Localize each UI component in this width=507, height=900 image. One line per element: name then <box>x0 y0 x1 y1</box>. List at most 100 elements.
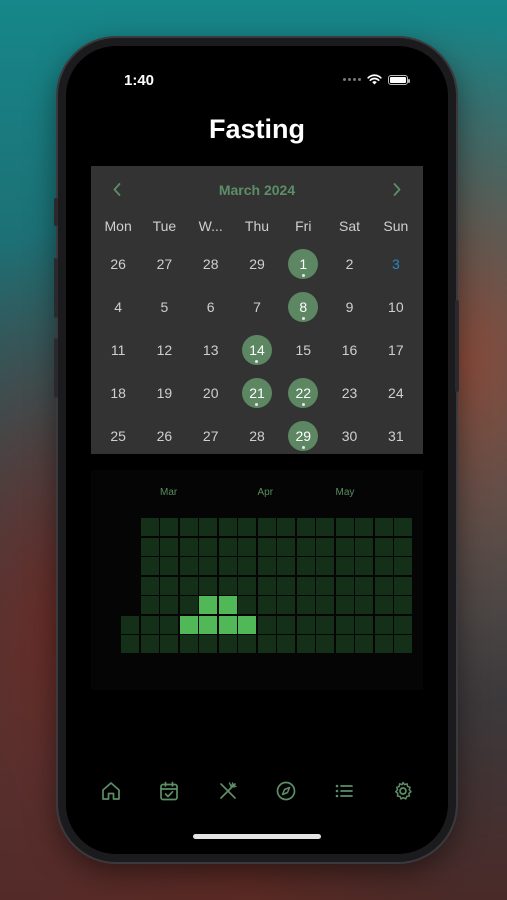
heatmap-cell <box>199 518 217 536</box>
calendar-day[interactable]: 28 <box>188 242 234 285</box>
calendar-day[interactable]: 20 <box>188 371 234 414</box>
month-calendar: March 2024 Mon Tue W... Thu Fri Sat Sun 26 27 28… <box>91 166 423 454</box>
calendar-day[interactable]: 25 <box>95 414 141 457</box>
calendar-day-number: 17 <box>388 341 404 358</box>
heatmap-cell <box>335 576 354 595</box>
home-indicator[interactable] <box>193 834 321 839</box>
calendar-day[interactable]: 19 <box>141 371 187 414</box>
heatmap-cell <box>257 615 276 634</box>
calendar-day-number: 27 <box>156 255 173 272</box>
status-time: 1:40 <box>124 72 155 89</box>
heatmap-cell <box>140 518 159 536</box>
heatmap-cell <box>218 537 237 556</box>
fork-knife-icon <box>219 782 237 799</box>
calendar-day[interactable]: 31 <box>373 414 419 457</box>
calendar-day[interactable]: 24 <box>373 371 419 414</box>
calendar-day-number: 31 <box>388 427 404 444</box>
heatmap-month-label: Apr <box>257 487 274 498</box>
heatmap-cell <box>316 576 334 595</box>
heatmap-cell <box>199 557 217 575</box>
fast-marker-dot <box>301 316 305 320</box>
weekday-label: Fri <box>295 218 312 234</box>
calendar-day-number: 9 <box>345 298 354 315</box>
heatmap-cell <box>277 596 295 614</box>
heatmap-cell <box>257 537 276 556</box>
heatmap-cell <box>296 615 315 634</box>
calendar-day[interactable]: 3 <box>373 242 419 285</box>
heatmap-cell <box>140 557 159 575</box>
heatmap-cell <box>179 635 198 653</box>
calendar-day[interactable]: 8 <box>280 285 326 328</box>
calendar-day[interactable]: 7 <box>234 285 280 328</box>
calendar-day[interactable]: 29 <box>234 242 280 285</box>
calendar-day[interactable]: 27 <box>141 242 187 285</box>
calendar-day[interactable]: 28 <box>234 414 280 457</box>
tab-list[interactable] <box>332 779 356 803</box>
calendar-day[interactable]: 13 <box>188 328 234 371</box>
heatmap-cell-filled <box>199 615 217 634</box>
calendar-day[interactable]: 11 <box>95 328 141 371</box>
calendar-day[interactable]: 23 <box>326 371 372 414</box>
heatmap-cell <box>277 576 295 595</box>
heatmap-cell <box>257 576 276 595</box>
calendar-day[interactable]: 5 <box>141 285 187 328</box>
heatmap-cell <box>296 576 315 595</box>
calendar-day[interactable]: 15 <box>280 328 326 371</box>
calendar-day[interactable]: 29 <box>280 414 326 457</box>
heatmap-cell <box>218 557 237 575</box>
heatmap-cell-filled <box>218 596 237 614</box>
heatmap-cell <box>374 518 393 536</box>
heatmap-cell <box>374 635 393 653</box>
heatmap-cell <box>296 557 315 575</box>
calendar-day[interactable]: 6 <box>188 285 234 328</box>
calendar-day-grid: 26 27 28 29 1 2 3 4 5 6 7 8 9 10 11 12 13 14 15 16 17 18 19 20 2… <box>95 242 419 457</box>
calendar-day[interactable]: 10 <box>373 285 419 328</box>
heatmap-cell <box>257 596 276 614</box>
fast-marker-dot <box>301 445 305 449</box>
calendar-day-number: 8 <box>299 298 308 315</box>
calendar-day[interactable]: 26 <box>95 242 141 285</box>
calendar-day[interactable]: 27 <box>188 414 234 457</box>
heatmap-cell <box>394 576 412 595</box>
calendar-day-number: 10 <box>388 298 404 315</box>
calendar-day[interactable]: 16 <box>326 328 372 371</box>
calendar-day[interactable]: 30 <box>326 414 372 457</box>
calendar-day[interactable]: 12 <box>141 328 187 371</box>
calendar-day[interactable]: 22 <box>280 371 326 414</box>
next-month-button[interactable] <box>385 176 409 202</box>
calendar-day-number: 24 <box>388 384 404 401</box>
heatmap-cell <box>335 615 354 634</box>
calendar-day[interactable]: 2 <box>326 242 372 285</box>
heatmap-cell <box>257 557 276 575</box>
status-bar: 1:40 <box>66 46 448 106</box>
heatmap-cell <box>160 576 178 595</box>
tab-meals[interactable] <box>216 779 240 803</box>
calendar-day[interactable]: 1 <box>280 242 326 285</box>
heatmap-cell <box>160 518 178 536</box>
fast-marker-dot <box>255 359 259 363</box>
heatmap-cell <box>296 635 315 653</box>
calendar-day[interactable]: 17 <box>373 328 419 371</box>
weekday-label: Sat <box>339 218 361 234</box>
compass-icon <box>276 781 296 801</box>
tab-settings[interactable] <box>391 779 415 803</box>
chevron-right-icon <box>393 182 401 196</box>
tab-calendar[interactable] <box>157 779 181 803</box>
fast-marker-dot <box>301 273 305 277</box>
weekday-label: Mon <box>104 218 132 234</box>
tab-explore[interactable] <box>274 779 298 803</box>
calendar-day[interactable]: 9 <box>326 285 372 328</box>
heatmap-cell-filled <box>179 615 198 634</box>
heatmap-cell <box>238 596 256 614</box>
calendar-day[interactable]: 21 <box>234 371 280 414</box>
battery-icon <box>388 74 410 85</box>
heatmap-cell <box>218 518 237 536</box>
tab-home[interactable] <box>99 779 123 803</box>
gear-icon <box>394 781 412 800</box>
calendar-day[interactable]: 18 <box>95 371 141 414</box>
calendar-day[interactable]: 4 <box>95 285 141 328</box>
calendar-day[interactable]: 14 <box>234 328 280 371</box>
heatmap-cell <box>179 518 198 536</box>
calendar-day[interactable]: 26 <box>141 414 187 457</box>
calendar-day-number: 26 <box>156 427 173 444</box>
